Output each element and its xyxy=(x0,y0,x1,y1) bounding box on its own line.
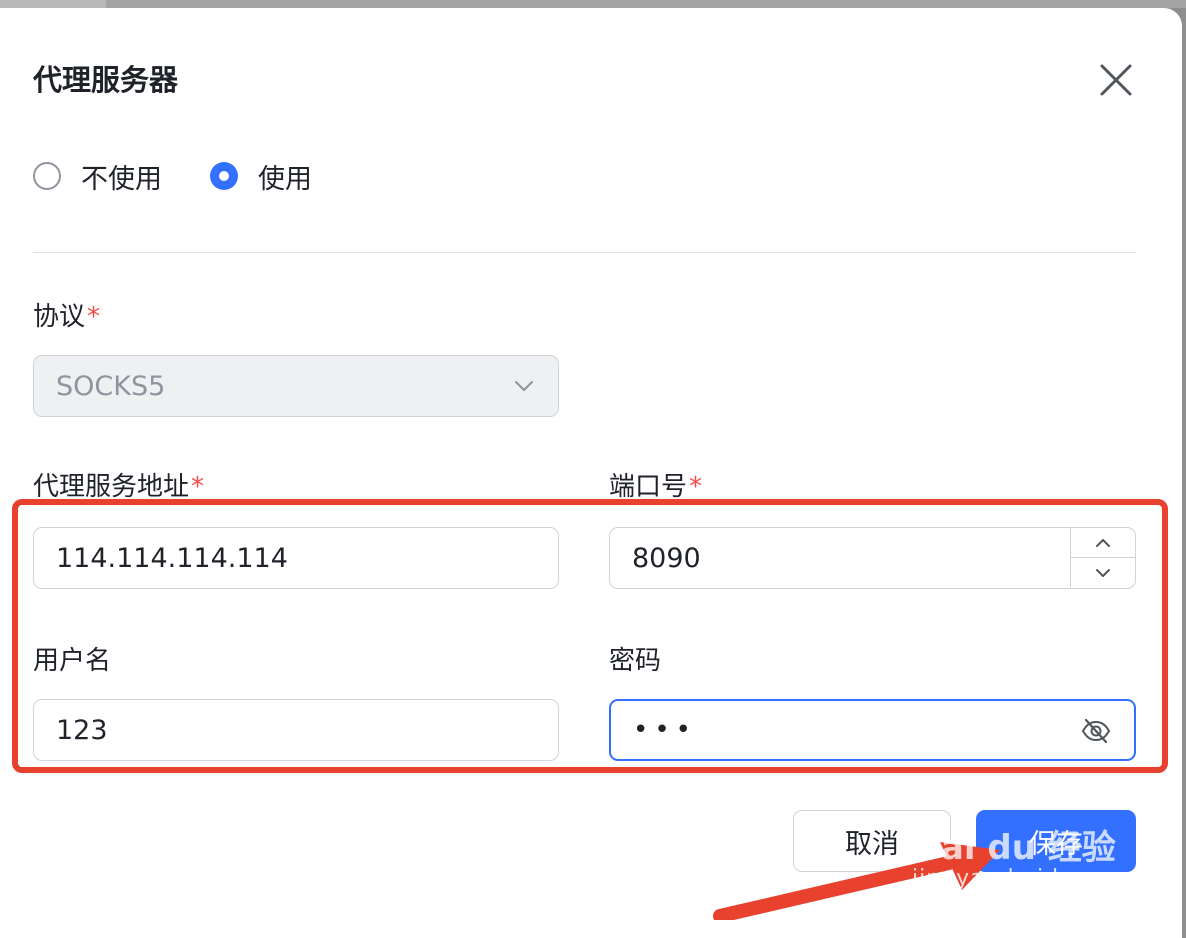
port-label-text: 端口号 xyxy=(609,472,688,502)
required-mark: * xyxy=(689,472,703,502)
protocol-label: 协议* xyxy=(33,300,100,334)
port-increment-button[interactable] xyxy=(1071,528,1135,558)
password-label: 密码 xyxy=(609,646,662,676)
radio-circle-unchecked xyxy=(33,162,61,190)
radio-label: 不使用 xyxy=(81,163,162,195)
radio-circle-checked xyxy=(210,162,238,190)
protocol-label-text: 协议 xyxy=(33,302,86,332)
eye-off-icon[interactable] xyxy=(1080,715,1112,747)
username-label: 用户名 xyxy=(33,646,112,676)
chevron-down-icon xyxy=(1096,568,1110,577)
divider xyxy=(33,252,1136,253)
baidu-watermark: Bai du 经验 xyxy=(915,828,1116,868)
proxy-server-dialog: 代理服务器 不使用 使用 协议* SOCKS5 代理服务地址* 114.114.… xyxy=(0,8,1182,938)
username-input[interactable]: 123 xyxy=(33,699,559,761)
proxy-address-value: 114.114.114.114 xyxy=(56,542,288,574)
radio-use[interactable]: 使用 xyxy=(210,157,312,196)
protocol-value: SOCKS5 xyxy=(56,370,166,402)
dialog-title: 代理服务器 xyxy=(33,63,179,97)
password-masked-value: ••• xyxy=(633,715,698,745)
chevron-down-icon xyxy=(515,381,533,391)
required-mark: * xyxy=(87,302,101,332)
close-icon xyxy=(1100,64,1132,96)
baidu-watermark-url: jingyan.baidu.com xyxy=(912,866,1133,891)
background-window-tab xyxy=(0,0,106,8)
background-window-bar xyxy=(0,0,1186,8)
proxy-mode-radio-group: 不使用 使用 xyxy=(33,156,360,196)
port-label: 端口号* xyxy=(609,470,702,504)
protocol-select[interactable]: SOCKS5 xyxy=(33,355,559,417)
port-input[interactable]: 8090 xyxy=(609,527,1136,589)
proxy-address-input[interactable]: 114.114.114.114 xyxy=(33,527,559,589)
port-stepper xyxy=(1070,528,1135,587)
radio-not-use[interactable]: 不使用 xyxy=(33,157,162,196)
username-value: 123 xyxy=(56,714,108,746)
chevron-up-icon xyxy=(1096,538,1110,547)
address-label: 代理服务地址* xyxy=(33,470,204,504)
address-label-text: 代理服务地址 xyxy=(33,472,190,502)
close-button[interactable] xyxy=(1096,60,1136,100)
required-mark: * xyxy=(191,472,205,502)
radio-label: 使用 xyxy=(258,163,312,195)
port-value: 8090 xyxy=(632,542,701,574)
password-input[interactable]: ••• xyxy=(609,699,1136,761)
port-decrement-button[interactable] xyxy=(1071,558,1135,587)
